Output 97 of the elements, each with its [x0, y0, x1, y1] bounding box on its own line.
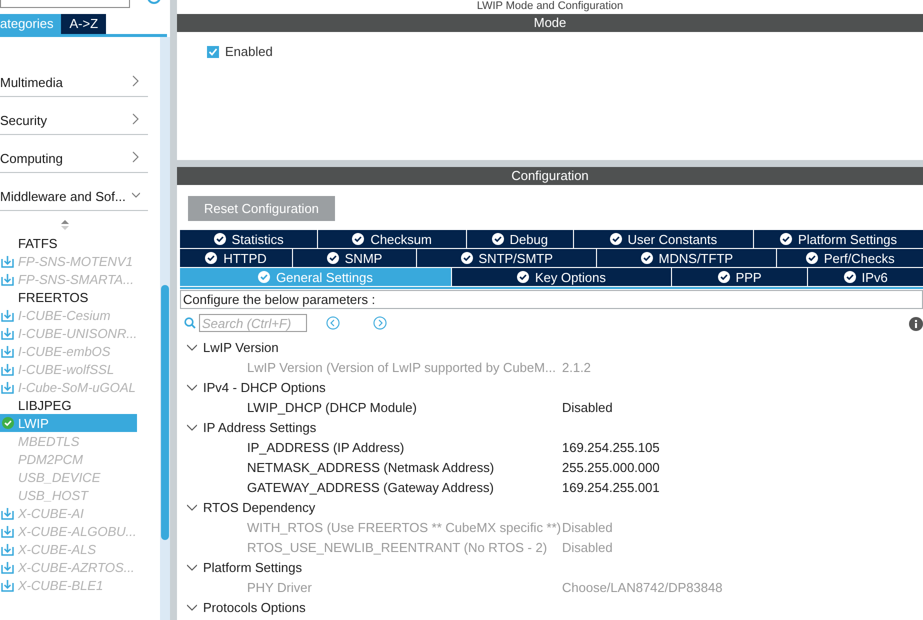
parameter-name: PHY Driver — [247, 580, 313, 594]
config-tab[interactable]: User Constants — [574, 230, 754, 248]
parameter-value: Choose/LAN8742/DP83848 — [562, 580, 724, 594]
parameter-value: 255.255.000.000 — [562, 460, 661, 474]
config-tab[interactable]: Key Options — [452, 268, 671, 286]
check-circle-icon — [492, 233, 504, 245]
parameter-value: Disabled — [562, 520, 614, 534]
config-tab[interactable]: SNMP — [292, 249, 416, 267]
previous-icon[interactable] — [326, 316, 340, 330]
config-tab[interactable]: Statistics — [180, 230, 318, 248]
chevron-icon — [187, 384, 197, 392]
parameter-value: 2.1.2 — [562, 360, 592, 374]
config-tab[interactable]: Checksum — [318, 230, 466, 248]
config-tab[interactable]: MDNS/TFTP — [597, 249, 776, 267]
category-label: Computing — [0, 151, 63, 166]
check-circle-icon — [780, 233, 792, 245]
check-circle-icon — [258, 271, 270, 283]
category-row[interactable]: Computing — [0, 135, 148, 173]
parameter-value: 169.254.255.001 — [562, 480, 661, 494]
check-circle-icon — [214, 233, 226, 245]
next-icon[interactable] — [373, 316, 387, 330]
download-icon — [1, 506, 14, 520]
category-label: Middleware and Sof... — [0, 189, 126, 204]
info-icon[interactable] — [909, 317, 923, 331]
check-circle-icon — [517, 271, 529, 283]
component-item[interactable]: FREERTOS — [0, 288, 137, 306]
check-circle-icon — [352, 233, 364, 245]
parameter-value: 169.254.255.105 — [562, 440, 661, 454]
download-icon — [1, 380, 14, 394]
download-icon — [1, 344, 14, 358]
check-circle-icon — [844, 271, 856, 283]
parameter-name: WITH_RTOS (Use FREERTOS ** CubeMX specific **) — [247, 520, 562, 534]
check-circle-icon — [718, 271, 730, 283]
category-label: Security — [0, 113, 47, 128]
config-tab[interactable]: HTTPD — [180, 249, 292, 267]
config-tab[interactable]: SNTP/SMTP — [417, 249, 596, 267]
check-circle-icon — [610, 233, 622, 245]
scrollbar[interactable] — [160, 37, 170, 620]
group-row[interactable]: Protocols Options — [180, 597, 923, 617]
parameter-name: NETMASK_ADDRESS (Netmask Address) — [247, 460, 496, 474]
download-icon — [1, 326, 14, 340]
instruction-text: Configure the below parameters : — [180, 290, 923, 309]
config-tab[interactable]: PPP — [672, 268, 808, 286]
sort-icon[interactable] — [61, 220, 69, 230]
view-tab[interactable]: A->Z — [61, 14, 106, 34]
component-item[interactable]: LIBJPEG — [0, 396, 137, 414]
download-icon — [1, 578, 14, 592]
chevron-icon — [187, 604, 197, 612]
parameter-name: LwIP Version (Version of LwIP supported by CubeM... — [247, 360, 557, 374]
check-circle-icon — [326, 252, 339, 264]
download-icon — [1, 308, 14, 322]
check-circle-icon — [2, 417, 14, 429]
category-label: Multimedia — [0, 75, 63, 90]
config-tab[interactable]: Debug — [467, 230, 573, 248]
group-row[interactable]: IPv4 - DHCP Options — [180, 377, 923, 397]
section-header: Mode — [177, 14, 923, 32]
config-tab[interactable]: Perf/Checks — [777, 249, 923, 267]
category-row[interactable]: Middleware and Sof... — [0, 173, 148, 211]
checkmark-icon — [208, 46, 218, 56]
chevron-icon — [187, 564, 197, 572]
dropdown-field[interactable] — [0, 0, 130, 8]
download-icon — [1, 272, 14, 286]
category-row[interactable]: Multimedia — [0, 59, 148, 97]
check-circle-icon — [806, 252, 818, 264]
group-row[interactable]: Platform Settings — [180, 557, 923, 577]
section-header: Configuration — [177, 167, 923, 185]
config-tab[interactable]: IPv6 — [808, 268, 923, 286]
parameter-value: Disabled — [562, 540, 614, 554]
check-circle-icon — [460, 252, 473, 264]
parameter-name: IP_ADDRESS (IP Address) — [247, 440, 406, 454]
search-icon — [184, 317, 196, 329]
chevron-icon — [187, 424, 197, 432]
parameter-name: LWIP_DHCP (DHCP Module) — [247, 400, 418, 414]
group-row[interactable]: LwIP Version — [180, 337, 923, 357]
parameter-name: RTOS_USE_NEWLIB_REENTRANT (No RTOS - 2) — [247, 540, 548, 554]
chevron-icon — [187, 344, 197, 352]
download-icon — [1, 524, 14, 538]
check-circle-icon — [640, 252, 653, 264]
search-field[interactable]: Search (Ctrl+F) — [199, 314, 307, 332]
component-item[interactable]: FATFS — [0, 234, 137, 252]
window-title: LWIP Mode and Configuration — [476, 0, 624, 14]
group-row[interactable]: RTOS Dependency — [180, 497, 923, 517]
chevron-icon — [132, 75, 140, 87]
group-row[interactable]: IP Address Settings — [180, 417, 923, 437]
config-tab[interactable]: Platform Settings — [754, 230, 923, 248]
chevron-icon — [132, 151, 140, 163]
parameter-name: GATEWAY_ADDRESS (Gateway Address) — [247, 480, 495, 494]
download-icon — [1, 362, 14, 376]
category-row[interactable]: Security — [0, 97, 148, 135]
download-icon — [1, 560, 14, 574]
enabled-checkbox[interactable]: Enabled — [207, 44, 893, 59]
chevron-icon — [132, 113, 140, 125]
check-circle-icon — [205, 252, 218, 264]
parameter-value: Disabled — [562, 400, 614, 414]
download-icon — [1, 254, 14, 268]
chevron-icon — [187, 504, 197, 512]
download-icon — [1, 542, 14, 556]
